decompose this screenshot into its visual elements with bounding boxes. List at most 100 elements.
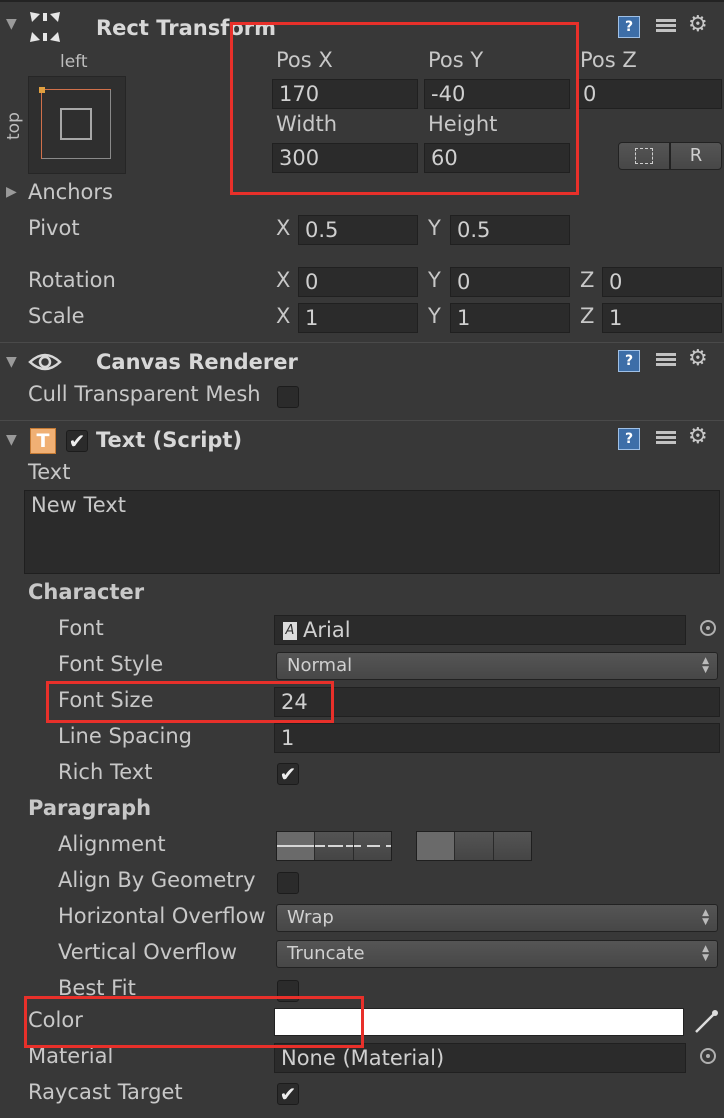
raw-edit-button[interactable]: R [670,142,722,170]
canvas-renderer-title: Canvas Renderer [96,350,298,374]
preset-icon[interactable] [656,429,676,449]
font-style-label: Font Style [58,652,164,676]
scale-y-field[interactable]: 1 [450,303,570,333]
anchors-foldout-icon[interactable]: ▶ [6,184,17,200]
align-by-geometry-checkbox[interactable] [277,872,299,894]
pivot-y-field[interactable]: 0.5 [450,215,570,245]
color-label: Color [28,1008,83,1032]
scale-x-axis: X [276,304,291,328]
pivot-y-axis: Y [428,216,441,240]
line-spacing-label: Line Spacing [58,724,192,748]
anchor-presets-button[interactable] [28,76,126,174]
width-label: Width [276,112,338,136]
line-spacing-field[interactable]: 1 [274,723,720,753]
raw-edit-label: R [689,145,703,166]
help-icon[interactable]: ? [618,350,640,372]
font-style-dropdown[interactable]: Normal ▲ ▼ [276,652,718,680]
scale-x-field[interactable]: 1 [298,303,418,333]
text-area-value: New Text [31,493,126,517]
rotation-x-field[interactable]: 0 [298,267,418,297]
align-top-button[interactable] [417,832,456,860]
align-top-icon [417,839,454,845]
cull-transparent-mesh-checkbox[interactable] [277,386,299,408]
font-field[interactable]: A Arial [274,615,686,645]
rich-text-checkbox[interactable]: ✔ [277,763,299,785]
scale-y-axis: Y [428,304,441,328]
component-header-icons: ? ⚙ [614,346,724,374]
height-label: Height [428,112,498,136]
blueprint-icon [635,148,653,164]
dropdown-arrow-icon: ▲ ▼ [702,944,709,963]
raycast-target-checkbox[interactable]: ✔ [277,1083,299,1105]
rotation-y-axis: Y [428,268,441,292]
height-field[interactable]: 60 [424,143,570,173]
text-area[interactable]: New Text [24,490,720,574]
pos-x-field[interactable]: 170 [272,79,418,109]
paragraph-heading: Paragraph [28,796,152,820]
best-fit-checkbox[interactable] [277,980,299,1002]
pos-y-field[interactable]: -40 [424,79,570,109]
character-heading: Character [28,580,145,604]
raycast-target-label: Raycast Target [28,1080,183,1104]
material-field[interactable]: None (Material) [274,1043,686,1073]
preset-icon[interactable] [656,351,676,371]
help-icon[interactable]: ? [618,428,640,450]
cull-transparent-mesh-label: Cull Transparent Mesh [28,382,261,406]
gear-icon[interactable]: ⚙ [688,12,708,37]
horizontal-overflow-dropdown[interactable]: Wrap ▲ ▼ [276,904,718,932]
align-right-button[interactable] [353,832,391,860]
rich-text-label: Rich Text [58,760,153,784]
scale-z-field[interactable]: 1 [602,303,722,333]
align-center-button[interactable] [315,832,354,860]
preset-icon[interactable] [656,17,676,37]
rect-transform-icon [28,10,62,44]
font-value: Arial [303,618,351,642]
text-script-title: Text (Script) [96,428,243,452]
pos-z-label: Pos Z [580,48,637,72]
component-header-icons: ? ⚙ [614,424,724,452]
object-picker-icon[interactable] [700,1048,716,1064]
blueprint-mode-button[interactable] [618,142,670,170]
width-field[interactable]: 300 [272,143,418,173]
pos-x-label: Pos X [276,48,333,72]
align-left-icon [277,843,315,849]
vertical-overflow-label: Vertical Overflow [58,940,238,964]
foldout-arrow-icon[interactable]: ▼ [6,16,17,32]
font-size-label: Font Size [58,688,154,712]
rotation-z-field[interactable]: 0 [602,267,722,297]
dropdown-arrow-icon: ▲ ▼ [702,656,709,675]
align-left-button[interactable] [277,832,316,860]
gear-icon[interactable]: ⚙ [688,346,708,371]
text-enabled-checkbox[interactable]: ✔ [66,430,88,452]
foldout-arrow-icon[interactable]: ▼ [6,354,17,370]
pos-z-field[interactable]: 0 [576,79,722,109]
align-middle-icon [455,843,492,849]
anchor-preset-top-label: top [4,112,24,140]
color-swatch[interactable] [274,1008,684,1036]
eye-icon [28,350,62,374]
text-component-icon: T [30,428,56,454]
align-right-icon [353,843,391,849]
rect-transform-title: Rect Transform [96,16,277,40]
help-icon[interactable]: ? [618,16,640,38]
foldout-arrow-icon[interactable]: ▼ [6,432,17,448]
gear-icon[interactable]: ⚙ [688,424,708,449]
font-label: Font [58,616,104,640]
horizontal-overflow-label: Horizontal Overflow [58,904,266,928]
object-picker-icon[interactable] [700,620,716,636]
section-divider [0,420,724,421]
vertical-alignment-group [416,831,532,861]
anchors-label[interactable]: Anchors [28,180,113,204]
vertical-overflow-dropdown[interactable]: Truncate ▲ ▼ [276,940,718,968]
rotation-label: Rotation [28,268,116,292]
dropdown-arrow-icon: ▲ ▼ [702,908,709,927]
text-label: Text [28,460,71,484]
pivot-x-field[interactable]: 0.5 [298,215,418,245]
scale-label: Scale [28,304,85,328]
align-bottom-button[interactable] [494,832,531,860]
eyedropper-icon[interactable] [692,1008,720,1036]
font-size-field[interactable]: 24 [274,687,720,717]
align-middle-button[interactable] [455,832,494,860]
best-fit-label: Best Fit [58,976,136,1000]
rotation-y-field[interactable]: 0 [450,267,570,297]
